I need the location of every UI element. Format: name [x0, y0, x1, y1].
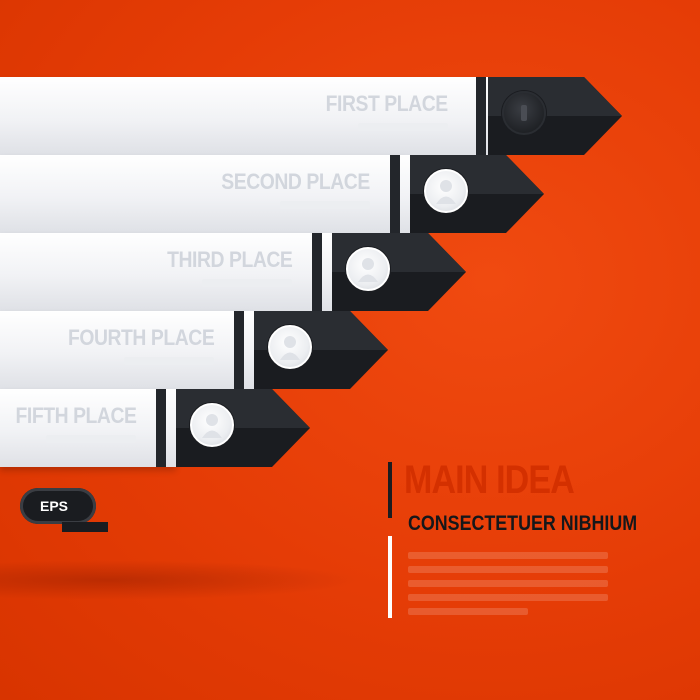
person-icon [424, 169, 468, 213]
place-sublabel [358, 123, 448, 131]
placeholder-text-line [408, 566, 608, 573]
main-idea-subtitle: CONSECTETUER NIBHIUM [408, 512, 638, 535]
place-row-5: FIFTH PLACE [0, 389, 312, 467]
eps-badge: EPS [20, 488, 108, 532]
dark-circle-icon [502, 91, 546, 135]
separator-stripe [390, 155, 400, 233]
place-row-3: THIRD PLACE [0, 233, 468, 311]
place-bar: FIRST PLACE [0, 77, 488, 155]
place-label: FIRST PLACE [325, 91, 449, 116]
place-bar: FIFTH PLACE [0, 389, 176, 467]
placeholder-text-line [408, 594, 608, 601]
accent-bar-white [388, 536, 392, 618]
accent-bar-dark [388, 462, 392, 518]
main-idea-block: MAIN IDEA CONSECTETUER NIBHIUM [388, 452, 637, 622]
badge-notch [62, 522, 108, 532]
place-row-2: SECOND PLACE [0, 155, 546, 233]
place-label: FIFTH PLACE [15, 403, 136, 428]
place-bar: SECOND PLACE [0, 155, 410, 233]
place-label: THIRD PLACE [166, 247, 293, 272]
main-idea-title: MAIN IDEA [404, 458, 575, 502]
eps-label: EPS [40, 498, 69, 514]
place-sublabel [124, 357, 214, 365]
place-sublabel [46, 435, 136, 443]
placeholder-text-line [408, 580, 608, 587]
separator-stripe [476, 77, 486, 155]
place-sublabel [202, 279, 292, 287]
place-label: SECOND PLACE [221, 169, 370, 194]
separator-stripe [234, 311, 244, 389]
floor-shadow [0, 560, 360, 600]
place-sublabel [280, 201, 370, 209]
person-icon [268, 325, 312, 369]
placeholder-text-line [408, 552, 608, 559]
person-icon [346, 247, 390, 291]
place-row-1: FIRST PLACE [0, 77, 624, 155]
place-bar: FOURTH PLACE [0, 311, 254, 389]
place-row-4: FOURTH PLACE [0, 311, 390, 389]
placeholder-text-line [408, 608, 528, 615]
person-icon [190, 403, 234, 447]
place-bar: THIRD PLACE [0, 233, 332, 311]
separator-stripe [312, 233, 322, 311]
place-label: FOURTH PLACE [67, 325, 215, 350]
separator-stripe [156, 389, 166, 467]
